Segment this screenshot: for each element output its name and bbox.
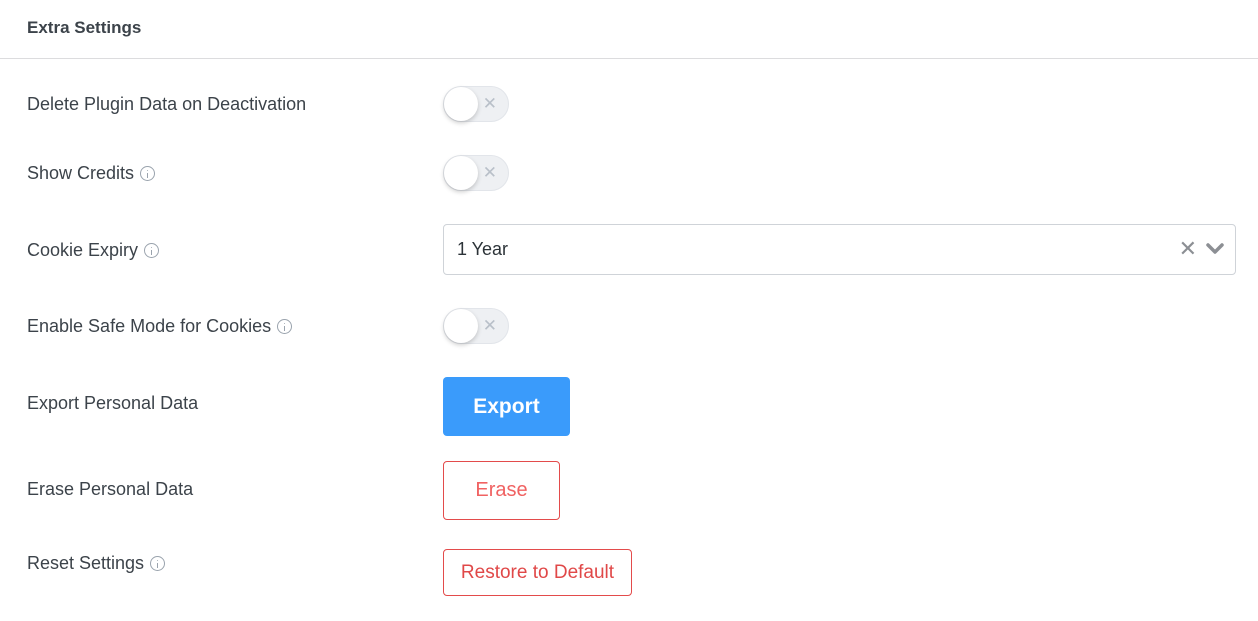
label-text: Show Credits bbox=[27, 163, 135, 183]
label-text: Erase Personal Data bbox=[27, 479, 194, 499]
toggle-knob bbox=[444, 156, 478, 190]
safe-mode-toggle[interactable]: ✕ bbox=[443, 308, 509, 344]
label-text: Delete Plugin Data on Deactivation bbox=[27, 94, 307, 114]
clear-icon[interactable]: ✕ bbox=[1179, 236, 1197, 262]
delete-plugin-data-toggle[interactable]: ✕ bbox=[443, 86, 509, 122]
export-label: Export Personal Data bbox=[27, 393, 198, 414]
export-button[interactable]: Export bbox=[443, 377, 570, 436]
info-icon[interactable] bbox=[150, 556, 166, 571]
info-icon[interactable] bbox=[277, 319, 293, 334]
info-icon[interactable] bbox=[144, 243, 160, 258]
show-credits-label: Show Credits bbox=[27, 163, 156, 184]
label-text: Reset Settings bbox=[27, 553, 145, 573]
restore-default-button[interactable]: Restore to Default bbox=[443, 549, 632, 596]
erase-button[interactable]: Erase bbox=[443, 461, 560, 520]
selected-value: 1 Year bbox=[457, 239, 509, 259]
info-icon[interactable] bbox=[140, 166, 156, 181]
chevron-down-icon[interactable] bbox=[1205, 239, 1225, 259]
cookie-expiry-select[interactable]: 1 Year ✕ bbox=[443, 224, 1236, 275]
cookie-expiry-label: Cookie Expiry bbox=[27, 240, 160, 261]
toggle-knob bbox=[444, 87, 478, 121]
label-text: Cookie Expiry bbox=[27, 240, 139, 260]
section-header: Extra Settings bbox=[0, 0, 1258, 59]
off-icon: ✕ bbox=[482, 94, 497, 113]
delete-plugin-data-label: Delete Plugin Data on Deactivation bbox=[27, 94, 306, 115]
label-text: Export Personal Data bbox=[27, 393, 199, 413]
label-text: Enable Safe Mode for Cookies bbox=[27, 316, 272, 336]
section-title: Extra Settings bbox=[27, 18, 142, 37]
off-icon: ✕ bbox=[482, 163, 497, 182]
safe-mode-label: Enable Safe Mode for Cookies bbox=[27, 316, 293, 337]
off-icon: ✕ bbox=[482, 316, 497, 335]
erase-label: Erase Personal Data bbox=[27, 479, 193, 500]
show-credits-toggle[interactable]: ✕ bbox=[443, 155, 509, 191]
reset-label: Reset Settings bbox=[27, 553, 166, 574]
toggle-knob bbox=[444, 309, 478, 343]
